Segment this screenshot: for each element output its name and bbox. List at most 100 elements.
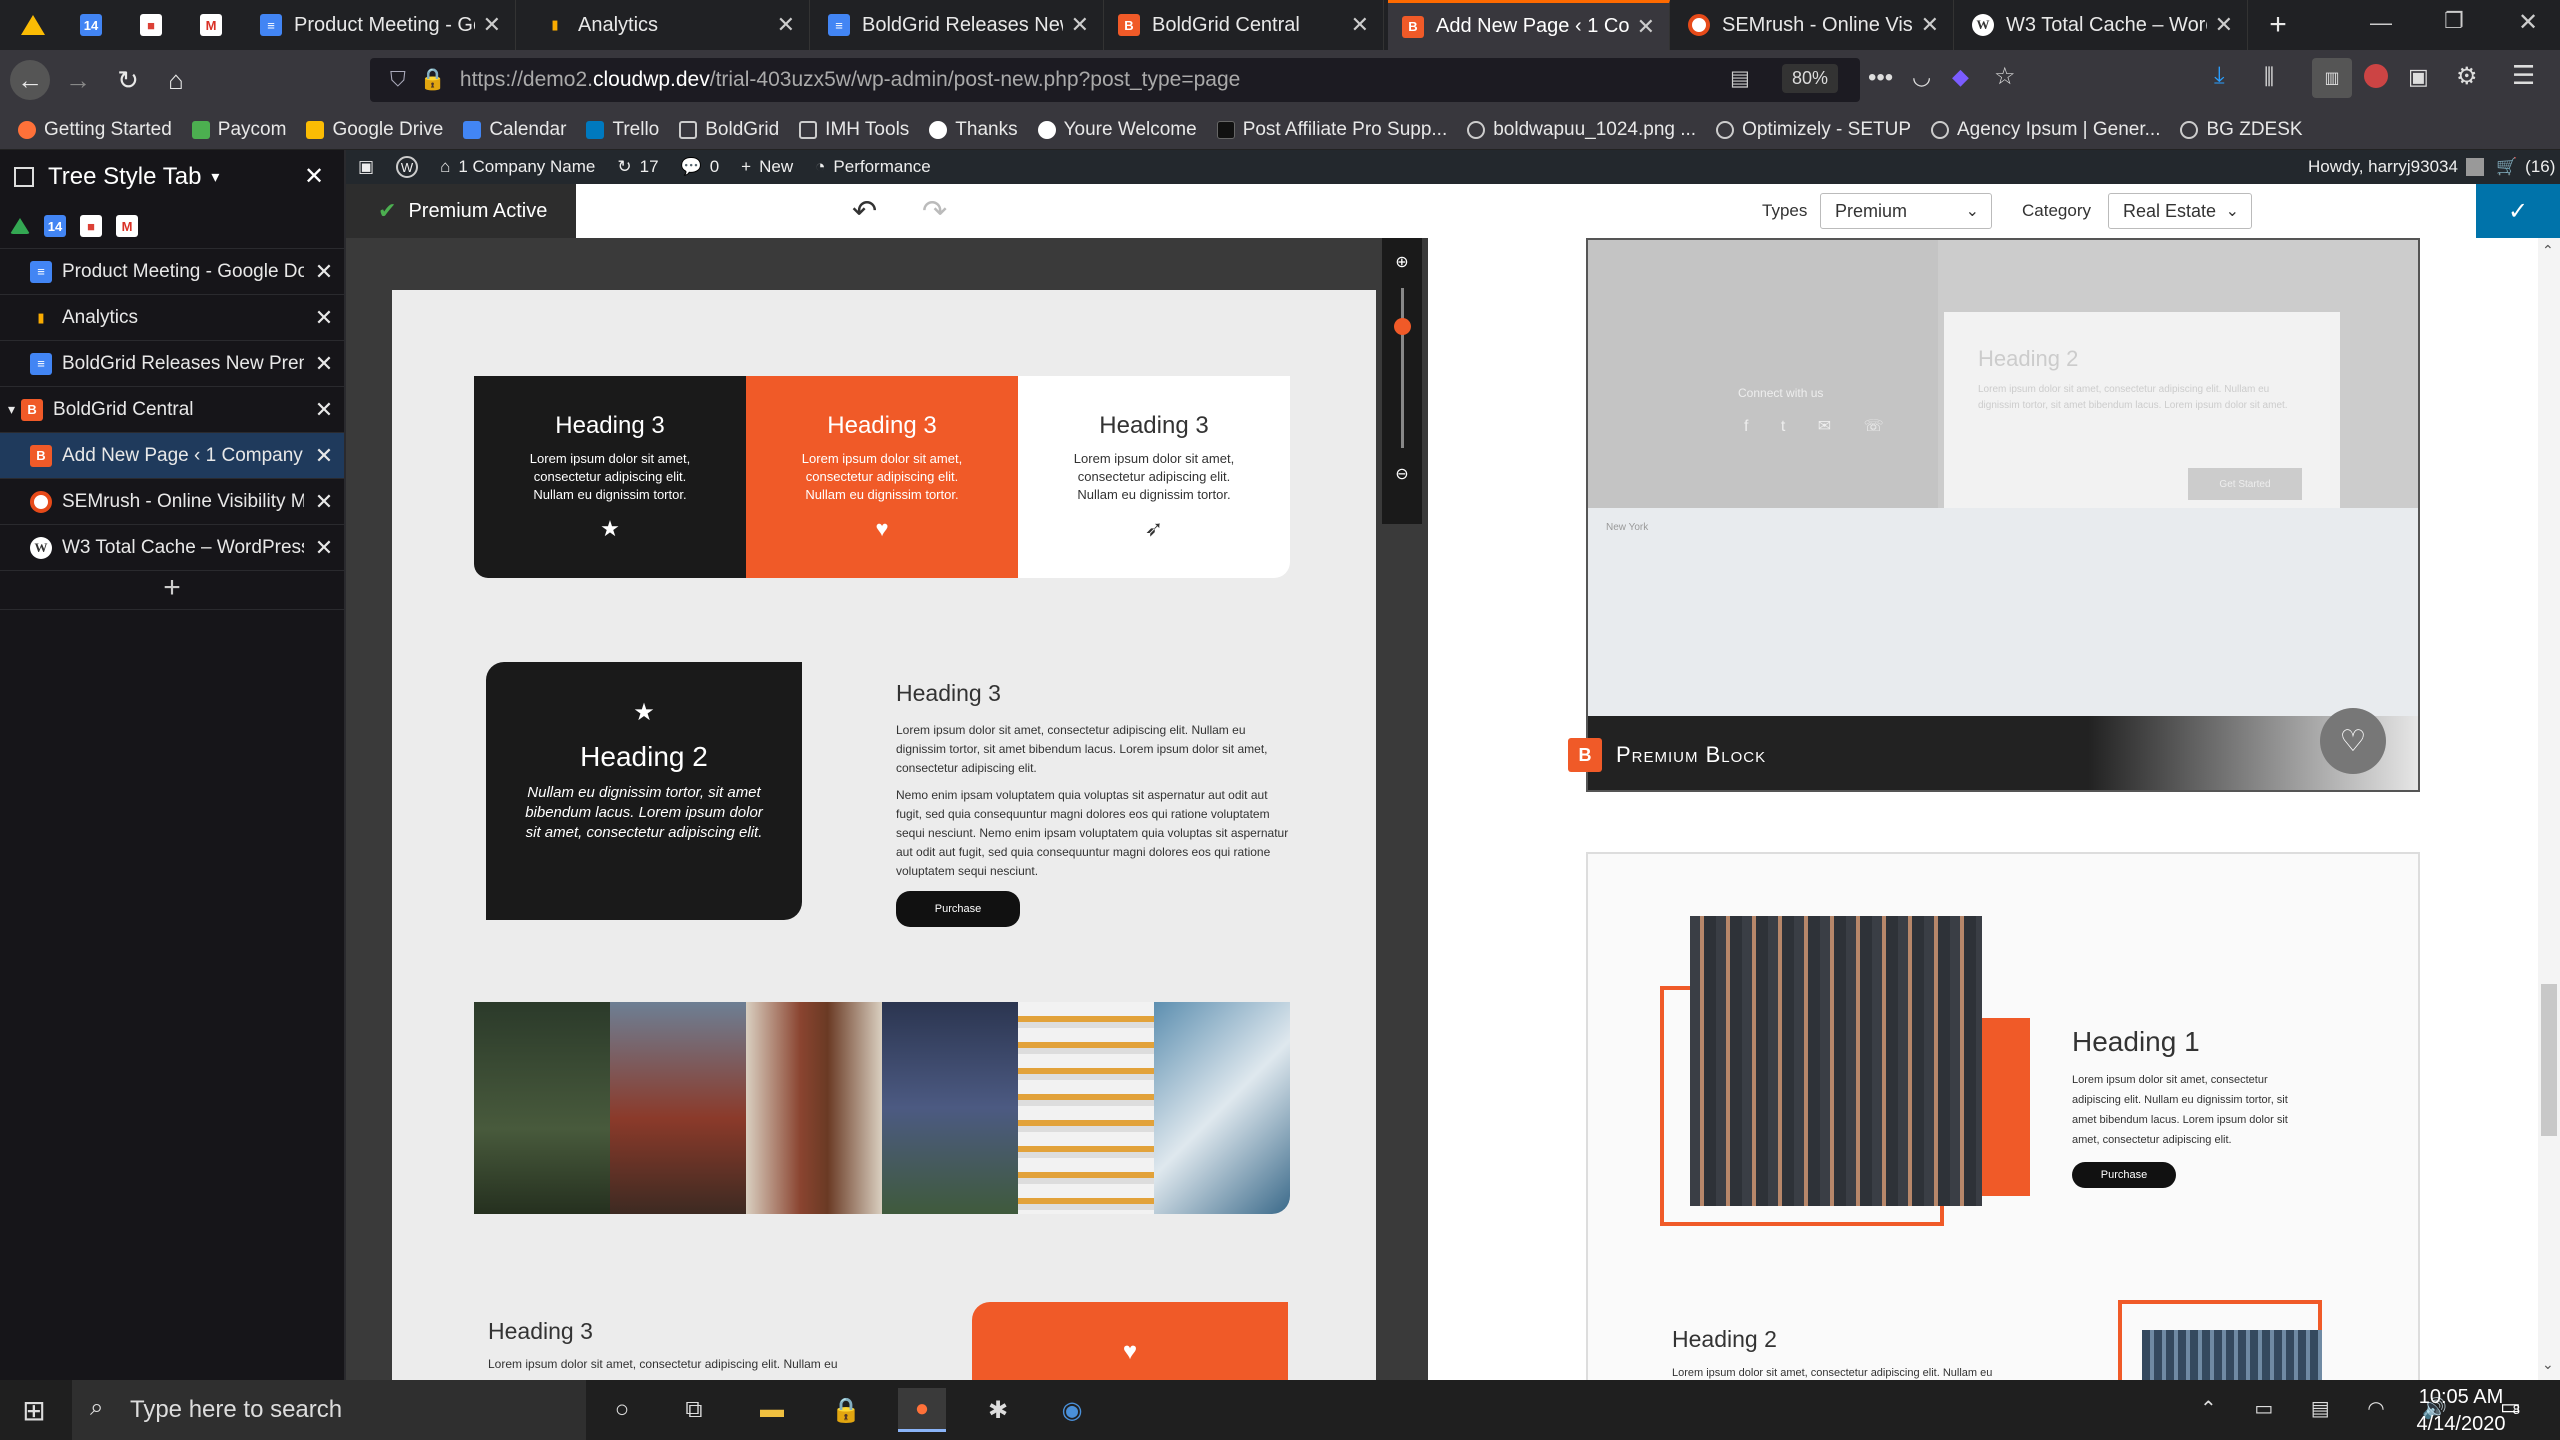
new-tab-button[interactable]: + <box>2250 0 2306 50</box>
close-icon[interactable]: ✕ <box>304 259 344 285</box>
close-icon[interactable]: ✕ <box>1637 14 1655 40</box>
close-icon[interactable]: ✕ <box>1921 12 1939 38</box>
bookmark-item[interactable]: BG ZDESK <box>2180 119 2303 141</box>
sidebar-tab-analytics[interactable]: ▮ Analytics ✕ <box>0 294 344 340</box>
sidebar-tab-boldgrid-central[interactable]: ▾ B BoldGrid Central ✕ <box>0 386 344 432</box>
photo-red-house[interactable] <box>610 1002 746 1214</box>
close-icon[interactable]: ✕ <box>304 443 344 469</box>
admin-updates-link[interactable]: ↻ 17 <box>617 157 658 177</box>
tab-product-meeting[interactable]: ≡Product Meeting - Goog✕ <box>246 0 516 50</box>
task-view-button[interactable]: ⧉ <box>670 1388 718 1432</box>
chevron-down-icon[interactable]: ▾ <box>8 401 15 418</box>
bookmark-item[interactable]: Trello <box>586 119 659 141</box>
admin-performance-link[interactable]: ◔ Performance <box>815 157 931 177</box>
tab-boldgrid-releases[interactable]: ≡BoldGrid Releases New P✕ <box>814 0 1104 50</box>
start-button[interactable]: ⊞ <box>10 1388 58 1432</box>
admin-howdy[interactable]: Howdy, harryj93034 <box>2308 157 2484 177</box>
chevron-down-icon[interactable]: ⌄ <box>2542 1356 2554 1373</box>
photo-front-door[interactable] <box>746 1002 882 1214</box>
toggle-panel-icon[interactable]: ▣ <box>358 157 374 177</box>
zoom-slider[interactable] <box>1393 288 1411 448</box>
tab-semrush[interactable]: SEMrush - Online Visibili✕ <box>1674 0 1954 50</box>
reader-view-icon[interactable]: ▤ <box>1730 66 1750 91</box>
password-manager-button[interactable]: 🔒 <box>822 1388 870 1432</box>
chevron-down-icon[interactable]: ▾ <box>211 167 219 187</box>
bookmark-folder[interactable]: BoldGrid <box>679 119 779 141</box>
zoom-slider-handle[interactable] <box>1393 318 1411 335</box>
library-icon[interactable]: ⫼ <box>2264 64 2274 90</box>
close-icon[interactable]: ✕ <box>1351 12 1369 38</box>
zoom-level[interactable]: 80% <box>1782 64 1839 93</box>
extension-icon[interactable]: ◆ <box>1952 64 1969 90</box>
close-icon[interactable]: ✕ <box>304 489 344 515</box>
cortana-button[interactable]: ○ <box>598 1388 646 1432</box>
calendar-icon[interactable]: 14 <box>44 215 66 237</box>
close-icon[interactable]: ✕ <box>304 397 344 423</box>
window-close-button[interactable]: ✕ <box>2518 8 2538 37</box>
gear-icon[interactable]: ⚙ <box>2456 62 2478 91</box>
account-avatar[interactable] <box>2364 64 2388 88</box>
sidebar-title[interactable]: Tree Style Tab <box>48 163 201 191</box>
bottom-text-block[interactable]: Heading 3 Lorem ipsum dolor sit amet, co… <box>488 1318 838 1371</box>
home-button[interactable]: ⌂ <box>156 60 196 100</box>
bookmark-item[interactable]: Calendar <box>463 119 566 141</box>
bookmark-item[interactable]: Paycom <box>191 119 286 141</box>
photo-balconies[interactable] <box>1018 1002 1154 1214</box>
bookmark-item[interactable]: Google Drive <box>306 119 443 141</box>
orange-card[interactable]: ♥ <box>972 1302 1288 1380</box>
admin-new-link[interactable]: + New <box>741 157 793 177</box>
bookmark-item[interactable]: Youre Welcome <box>1037 119 1197 141</box>
admin-site-link[interactable]: ⌂ 1 Company Name <box>440 157 595 177</box>
sidebar-tab-w3-total-cache[interactable]: W W3 Total Cache – WordPress pl ✕ <box>0 524 344 570</box>
confirm-button[interactable]: ✓ <box>2476 184 2560 238</box>
photo-house-flowers[interactable] <box>882 1002 1018 1214</box>
photo-ivy-window[interactable] <box>474 1002 610 1214</box>
close-icon[interactable]: ✕ <box>304 305 344 331</box>
chevron-up-icon[interactable]: ⌃ <box>2542 242 2554 259</box>
taskbar-search[interactable]: ⌕ Type here to search <box>72 1380 586 1440</box>
sidebar-new-tab-button[interactable]: + <box>0 570 344 610</box>
close-icon[interactable]: ✕ <box>2215 12 2233 38</box>
purchase-button[interactable]: Purchase <box>2072 1162 2176 1188</box>
wordpress-logo-icon[interactable]: W <box>396 156 419 178</box>
bookmark-item[interactable]: Thanks <box>929 119 1018 141</box>
tab-w3-total-cache[interactable]: W W3 Total Cache – Word ✕ <box>1958 0 2248 50</box>
sidebar-tab-product-meeting[interactable]: ≡ Product Meeting - Google Doc ✕ <box>0 248 344 294</box>
types-select[interactable]: Premium ⌄ <box>1820 193 1992 229</box>
reload-button[interactable]: ↻ <box>108 60 148 100</box>
firefox-button[interactable]: ● <box>898 1388 946 1432</box>
close-icon[interactable]: ✕ <box>777 12 795 38</box>
pinned-tab-gmail[interactable]: M <box>186 0 236 50</box>
pinned-tab-todoist[interactable]: ■ <box>126 0 176 50</box>
page-canvas[interactable]: Heading 3 Lorem ipsum dolor sit amet, con… <box>392 290 1376 1380</box>
zoom-in-icon[interactable]: ⊕ <box>1395 252 1408 272</box>
sidebar-tab-semrush[interactable]: SEMrush - Online Visibility Ma ✕ <box>0 478 344 524</box>
close-icon[interactable]: ✕ <box>304 535 344 561</box>
get-started-button[interactable]: Get Started <box>2188 468 2302 500</box>
favorite-button[interactable]: ♡ <box>2320 708 2386 774</box>
photo-tower[interactable] <box>1154 1002 1290 1214</box>
category-select[interactable]: Real Estate ⌄ <box>2108 193 2252 229</box>
undo-button[interactable]: ↶ <box>852 194 877 229</box>
panel-scrollbar[interactable]: ⌃ ⌄ <box>2538 238 2560 1380</box>
pinned-tab-drive[interactable] <box>8 0 58 50</box>
premium-block-card[interactable]: Connect with us f t ✉ ☏ Heading 2 Lorem … <box>1586 238 2420 792</box>
tab-boldgrid-central[interactable]: B BoldGrid Central ✕ <box>1104 0 1384 50</box>
preview-block-card[interactable]: Heading 1 Lorem ipsum dolor sit amet, co… <box>1586 852 2420 1380</box>
sidebar-tab-add-new-page[interactable]: BAdd New Page ‹ 1 Company Na✕ <box>0 432 344 478</box>
sidebar-toggle-icon[interactable]: ▥ <box>2312 58 2352 98</box>
menu-icon[interactable]: ☰ <box>2512 60 2535 91</box>
heading-card[interactable]: ★ Heading 2 Nullam eu dignissim tortor, … <box>486 662 802 920</box>
back-button[interactable]: ← <box>10 60 50 100</box>
close-icon[interactable]: ✕ <box>304 162 324 191</box>
text-block[interactable]: Heading 3 Lorem ipsum dolor sit amet, co… <box>896 680 1296 927</box>
feature-card[interactable]: Heading 3 Lorem ipsum dolor sit amet, con… <box>474 376 746 578</box>
url-bar[interactable]: ⛉ 🔒 https://demo2. cloudwp.dev/trial-403u… <box>370 58 1860 102</box>
close-icon[interactable]: ✕ <box>483 12 501 38</box>
bookmark-item[interactable]: Agency Ipsum | Gener... <box>1931 119 2160 141</box>
close-icon[interactable]: ✕ <box>1071 12 1089 38</box>
tab-add-new-page[interactable]: BAdd New Page ‹ 1 Comp✕ <box>1388 0 1670 50</box>
file-explorer-button[interactable]: ▬ <box>748 1388 796 1432</box>
screenshot-icon[interactable]: ▣ <box>2408 64 2429 90</box>
todoist-icon[interactable]: ■ <box>80 215 102 237</box>
